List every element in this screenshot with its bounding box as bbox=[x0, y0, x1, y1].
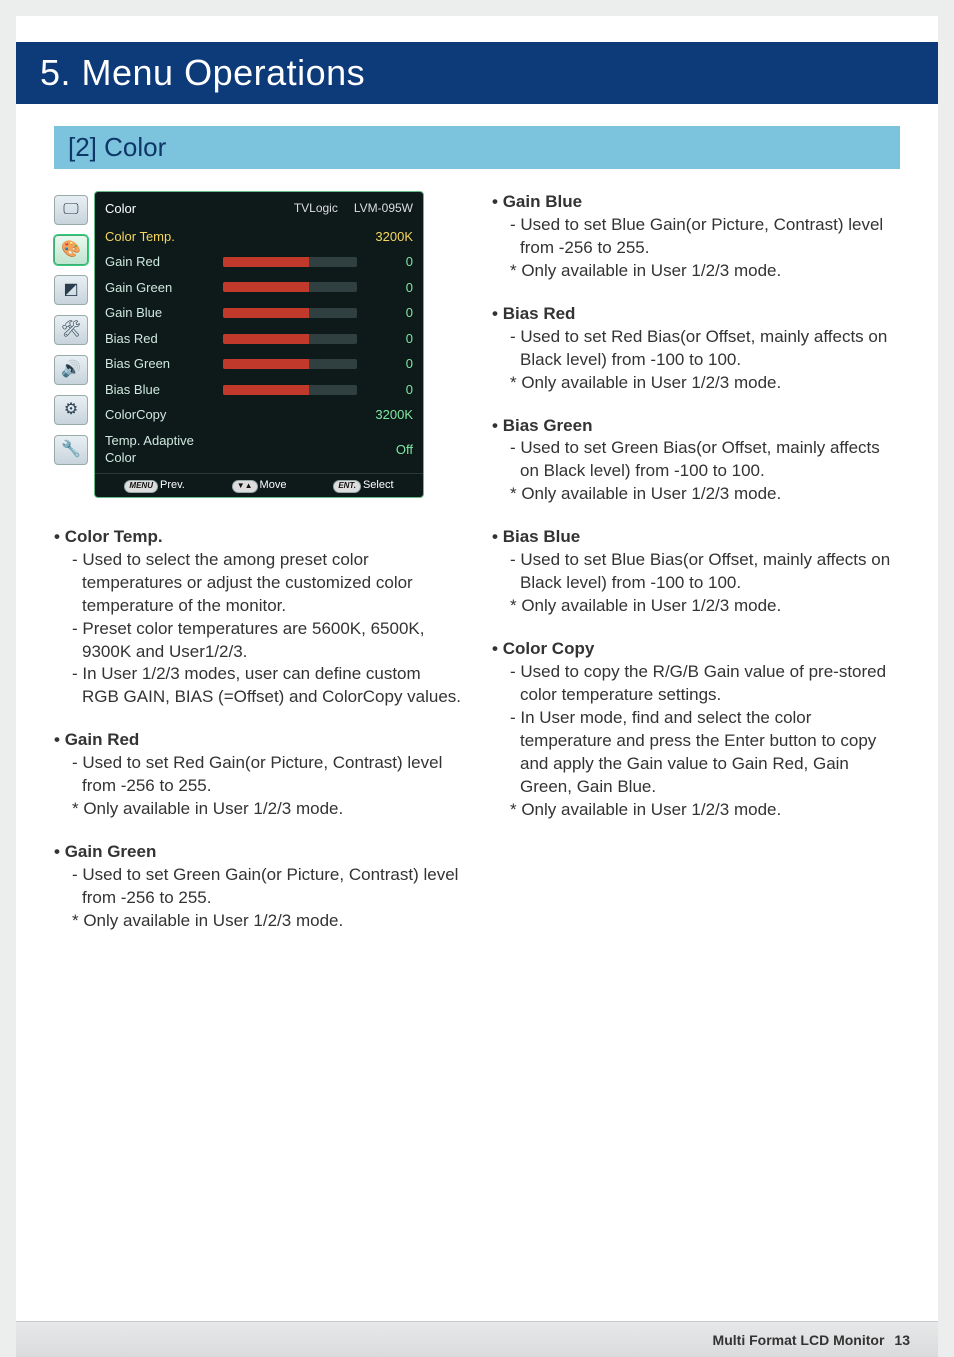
osd-row-label: Temp. Adaptive Color bbox=[105, 432, 215, 467]
item-line: - Used to set Green Bias(or Offset, main… bbox=[510, 437, 900, 483]
osd-footer: MENUPrev. ▼▲Move ENT.Select bbox=[95, 473, 423, 495]
osd-row-label: Gain Green bbox=[105, 279, 215, 297]
description-item: Bias Green- Used to set Green Bias(or Of… bbox=[492, 415, 900, 507]
item-line: * Only available in User 1/2/3 mode. bbox=[510, 799, 900, 822]
item-line: * Only available in User 1/2/3 mode. bbox=[72, 910, 462, 933]
osd-row-value: 0 bbox=[365, 381, 413, 399]
item-line: - In User mode, find and select the colo… bbox=[510, 707, 900, 799]
osd-slider bbox=[223, 282, 357, 292]
page-footer: Multi Format LCD Monitor 13 bbox=[16, 1321, 938, 1357]
item-line: * Only available in User 1/2/3 mode. bbox=[510, 372, 900, 395]
osd-row-label: Bias Green bbox=[105, 355, 215, 373]
chapter-title: 5. Menu Operations bbox=[16, 42, 938, 104]
osd-row: Bias Green 0 bbox=[95, 351, 423, 377]
item-line: - Used to set Green Gain(or Picture, Con… bbox=[72, 864, 462, 910]
audio-icon: 🔊 bbox=[54, 355, 88, 385]
item-line: * Only available in User 1/2/3 mode. bbox=[510, 483, 900, 506]
osd-slider bbox=[223, 308, 357, 318]
osd-row: Gain Red 0 bbox=[95, 249, 423, 275]
right-column: Gain Blue- Used to set Blue Gain(or Pict… bbox=[492, 191, 900, 933]
item-title: Color Temp. bbox=[54, 526, 462, 549]
gpi-icon: ⚙ bbox=[54, 395, 88, 425]
osd-row-label: Bias Red bbox=[105, 330, 215, 348]
description-item: Gain Blue- Used to set Blue Gain(or Pict… bbox=[492, 191, 900, 283]
description-item: Color Temp.- Used to select the among pr… bbox=[54, 526, 462, 710]
item-line: - Used to set Blue Bias(or Offset, mainl… bbox=[510, 549, 900, 595]
osd-prev-label: Prev. bbox=[160, 479, 185, 491]
item-title: Color Copy bbox=[492, 638, 900, 661]
item-line: - Used to set Red Bias(or Offset, mainly… bbox=[510, 326, 900, 372]
item-line: - In User 1/2/3 modes, user can define c… bbox=[72, 663, 462, 709]
item-line: * Only available in User 1/2/3 mode. bbox=[510, 595, 900, 618]
osd-row-value: 3200K bbox=[365, 406, 413, 424]
item-title: Bias Blue bbox=[492, 526, 900, 549]
osd-slider bbox=[223, 359, 357, 369]
osd-row: ColorCopy 3200K bbox=[95, 402, 423, 428]
osd-slider bbox=[223, 257, 357, 267]
item-line: - Used to set Blue Gain(or Picture, Cont… bbox=[510, 214, 900, 260]
osd-row-value: 0 bbox=[365, 355, 413, 373]
description-item: Bias Red- Used to set Red Bias(or Offset… bbox=[492, 303, 900, 395]
osd-row-value: 0 bbox=[365, 304, 413, 322]
osd-row: Gain Blue 0 bbox=[95, 300, 423, 326]
osd-screenshot: 🖵 🎨 ◩ 🛠 🔊 ⚙ 🔧 Color TVLogic LVM-095W Color Tem… bbox=[54, 191, 462, 498]
item-line: - Used to copy the R/G/B Gain value of p… bbox=[510, 661, 900, 707]
item-title: Bias Red bbox=[492, 303, 900, 326]
osd-row-label: Color Temp. bbox=[105, 228, 215, 246]
tools-icon: 🛠 bbox=[54, 315, 88, 345]
osd-row-label: Gain Blue bbox=[105, 304, 215, 322]
osd-row-value: Off bbox=[365, 441, 413, 459]
osd-slider bbox=[223, 385, 357, 395]
item-line: * Only available in User 1/2/3 mode. bbox=[72, 798, 462, 821]
osd-row: Bias Blue 0 bbox=[95, 377, 423, 403]
osd-row: Bias Red 0 bbox=[95, 326, 423, 352]
osd-row-value: 0 bbox=[365, 279, 413, 297]
palette-icon: 🎨 bbox=[54, 235, 88, 265]
arrows-pill-icon: ▼▲ bbox=[232, 480, 258, 493]
osd-select-label: Select bbox=[363, 479, 394, 491]
item-title: Bias Green bbox=[492, 415, 900, 438]
osd-row: Temp. Adaptive Color Off bbox=[95, 428, 423, 471]
left-column: 🖵 🎨 ◩ 🛠 🔊 ⚙ 🔧 Color TVLogic LVM-095W Color Tem… bbox=[54, 191, 462, 933]
osd-row-value: 0 bbox=[365, 253, 413, 271]
footer-title: Multi Format LCD Monitor bbox=[713, 1332, 885, 1348]
item-line: - Used to set Red Gain(or Picture, Contr… bbox=[72, 752, 462, 798]
description-item: Gain Green- Used to set Green Gain(or Pi… bbox=[54, 841, 462, 933]
osd-row-label: Gain Red bbox=[105, 253, 215, 271]
item-title: Gain Red bbox=[54, 729, 462, 752]
item-line: - Preset color temperatures are 5600K, 6… bbox=[72, 618, 462, 664]
footer-page-number: 13 bbox=[894, 1332, 910, 1348]
item-line: * Only available in User 1/2/3 mode. bbox=[510, 260, 900, 283]
item-line: - Used to select the among preset color … bbox=[72, 549, 462, 618]
item-title: Gain Green bbox=[54, 841, 462, 864]
osd-row-label: Bias Blue bbox=[105, 381, 215, 399]
description-item: Bias Blue- Used to set Blue Bias(or Offs… bbox=[492, 526, 900, 618]
osd-row: Gain Green 0 bbox=[95, 275, 423, 301]
monitor-icon: 🖵 bbox=[54, 195, 88, 225]
osd-slider bbox=[223, 334, 357, 344]
ent-pill-icon: ENT. bbox=[333, 480, 361, 493]
item-title: Gain Blue bbox=[492, 191, 900, 214]
osd-row-value: 0 bbox=[365, 330, 413, 348]
description-item: Color Copy- Used to copy the R/G/B Gain … bbox=[492, 638, 900, 822]
osd-row-value: 3200K bbox=[365, 228, 413, 246]
system-icon: 🔧 bbox=[54, 435, 88, 465]
description-item: Gain Red- Used to set Red Gain(or Pictur… bbox=[54, 729, 462, 821]
marker-icon: ◩ bbox=[54, 275, 88, 305]
osd-brand: TVLogic bbox=[294, 200, 338, 218]
osd-row-label: ColorCopy bbox=[105, 406, 215, 424]
osd-menu-title: Color bbox=[105, 200, 294, 218]
section-title: [2] Color bbox=[54, 126, 900, 169]
menu-pill-icon: MENU bbox=[124, 480, 158, 493]
osd-row: Color Temp. 3200K bbox=[95, 224, 423, 250]
osd-model: LVM-095W bbox=[354, 200, 413, 218]
osd-move-label: Move bbox=[260, 479, 287, 491]
